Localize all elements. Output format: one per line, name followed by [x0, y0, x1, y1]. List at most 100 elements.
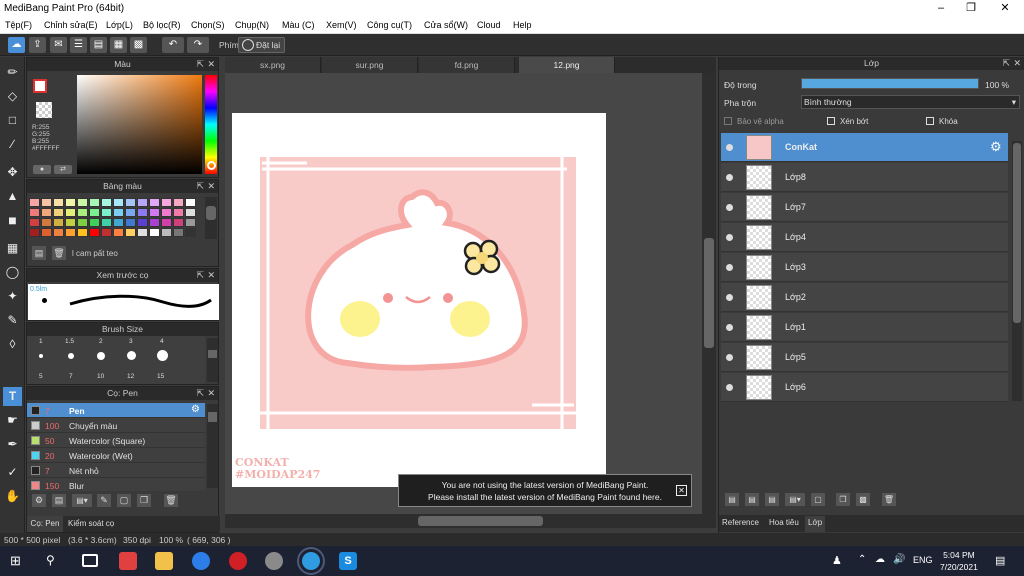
palette-swatch[interactable]: [77, 198, 88, 207]
palette-swatch[interactable]: [41, 228, 52, 237]
menu-filter[interactable]: Bộ lọc(R): [143, 20, 181, 30]
palette-swatch[interactable]: [29, 208, 40, 217]
select-pen-icon[interactable]: ✎: [3, 311, 22, 330]
palette-swatch[interactable]: [137, 208, 148, 217]
layer-row[interactable]: Lớp3: [721, 253, 1008, 282]
menu-cloud[interactable]: Cloud: [477, 20, 501, 30]
comment-icon[interactable]: ✉: [50, 37, 67, 53]
brush-size-10[interactable]: [97, 352, 105, 360]
palette-swatch[interactable]: [53, 218, 64, 227]
delete-layer-icon[interactable]: 🗑: [882, 493, 896, 506]
brush-size-7[interactable]: [68, 353, 74, 359]
document-canvas[interactable]: CONKAT #MOIDAP247: [232, 113, 606, 487]
tab-brush-control[interactable]: Kiểm soát cọ: [65, 516, 117, 532]
hue-handle[interactable]: [207, 161, 216, 170]
menu-window[interactable]: Cửa sổ(W): [424, 20, 468, 30]
opera-icon[interactable]: [229, 552, 247, 570]
skype-icon[interactable]: S: [339, 552, 357, 570]
select-eraser-icon[interactable]: ◊: [3, 335, 22, 354]
minimize-button[interactable]: –: [926, 1, 956, 16]
opacity-slider[interactable]: [801, 78, 979, 89]
clock[interactable]: 5:04 PM 7/20/2021: [940, 549, 978, 573]
panel-close-icon[interactable]: ✕: [207, 387, 215, 400]
palette-swatch[interactable]: [113, 228, 124, 237]
palette-swatch[interactable]: [125, 208, 136, 217]
palette-swatch[interactable]: [149, 198, 160, 207]
palette-swatch[interactable]: [65, 218, 76, 227]
palette-swatch[interactable]: [173, 198, 184, 207]
tab-document[interactable]: sx.png: [225, 57, 321, 73]
primary-color-swatch[interactable]: [33, 79, 47, 93]
menu-file[interactable]: Tệp(F): [5, 20, 32, 30]
eye-icon[interactable]: [726, 264, 733, 271]
palette-swatch[interactable]: [113, 218, 124, 227]
layer-row[interactable]: Lớp6: [721, 373, 1008, 402]
panel-popout-icon[interactable]: ⇱: [1002, 57, 1010, 70]
add-layer-dropdown[interactable]: ▤▾: [785, 493, 805, 506]
palette-swatch[interactable]: [173, 218, 184, 227]
list-icon[interactable]: ▦: [110, 37, 127, 53]
layer-row[interactable]: Lớp7: [721, 193, 1008, 222]
palette-swatch[interactable]: [125, 198, 136, 207]
palette-swatch[interactable]: [173, 228, 184, 237]
close-button[interactable]: ✕: [990, 1, 1020, 16]
gradient-tool-icon[interactable]: ■: [3, 211, 22, 230]
palette-swatch[interactable]: [101, 198, 112, 207]
hue-slider[interactable]: [205, 75, 217, 174]
undo-icon[interactable]: ↶: [162, 37, 184, 53]
palette-swatch[interactable]: [53, 198, 64, 207]
new-palette-icon[interactable]: ▤: [32, 246, 46, 260]
palette-swatch[interactable]: [53, 208, 64, 217]
panel-popout-icon[interactable]: ⇱: [196, 180, 204, 193]
palette-swatch[interactable]: [113, 198, 124, 207]
menu-edit[interactable]: Chỉnh sửa(E): [44, 20, 98, 30]
grid-icon[interactable]: ▩: [130, 37, 147, 53]
dropper-tool-icon[interactable]: ✒: [3, 435, 22, 454]
message-icon[interactable]: ☰: [70, 37, 87, 53]
palette-swatch[interactable]: [101, 228, 112, 237]
app-icon-1[interactable]: [119, 552, 137, 570]
palette-swatch[interactable]: [41, 208, 52, 217]
eyedropper-icon[interactable]: ✓: [3, 463, 22, 482]
layer-row[interactable]: Lớp8: [721, 163, 1008, 192]
palette-swatch[interactable]: [101, 218, 112, 227]
network-icon[interactable]: ☁: [875, 554, 885, 565]
blend-mode-select[interactable]: Bình thường ▾: [801, 95, 1020, 109]
eye-icon[interactable]: [726, 384, 733, 391]
paint-app-icon[interactable]: [265, 552, 283, 570]
lasso-tool-icon[interactable]: ◯: [3, 263, 22, 282]
add-brush-dropdown[interactable]: ▤▾: [72, 494, 92, 507]
tab-navigator[interactable]: Hoa tiêu: [769, 518, 799, 527]
menu-tools[interactable]: Công cụ(T): [367, 20, 412, 30]
task-view-icon[interactable]: [82, 554, 98, 567]
document-icon[interactable]: ▤: [90, 37, 107, 53]
palette-swatch[interactable]: [77, 208, 88, 217]
palette-swatch[interactable]: [137, 198, 148, 207]
brush-tool-icon[interactable]: ✏: [3, 63, 22, 82]
canvas-vertical-scrollbar[interactable]: [702, 73, 716, 514]
palette-swatch[interactable]: [173, 208, 184, 217]
select-tool-icon[interactable]: ▦: [3, 239, 22, 258]
layer-row[interactable]: Lớp2: [721, 283, 1008, 312]
zalo-icon[interactable]: [192, 552, 210, 570]
palette-swatch[interactable]: [113, 208, 124, 217]
panel-popout-icon[interactable]: ⇱: [196, 269, 204, 282]
palette-swatch[interactable]: [77, 228, 88, 237]
palette-swatch[interactable]: [101, 208, 112, 217]
maximize-button[interactable]: ❐: [956, 1, 986, 16]
cloud-icon[interactable]: ☁: [8, 37, 25, 53]
palette-swatch[interactable]: [137, 218, 148, 227]
operation-tool-icon[interactable]: ☛: [3, 411, 22, 430]
palette-swatch[interactable]: [185, 208, 196, 217]
brush-size-15[interactable]: [157, 350, 168, 361]
gear-icon[interactable]: ⚙: [990, 139, 1002, 155]
update-toast[interactable]: You are not using the latest version of …: [398, 474, 692, 507]
palette-scrollbar[interactable]: [205, 197, 217, 239]
palette-swatch[interactable]: [53, 228, 64, 237]
reset-button[interactable]: Đặt lại: [238, 37, 285, 53]
palette-swatch[interactable]: [149, 218, 160, 227]
move-tool-icon[interactable]: ✥: [3, 163, 22, 182]
tab-document[interactable]: fd.png: [419, 57, 515, 73]
brush-size-12[interactable]: [127, 351, 136, 360]
layer-row[interactable]: Lớp5: [721, 343, 1008, 372]
